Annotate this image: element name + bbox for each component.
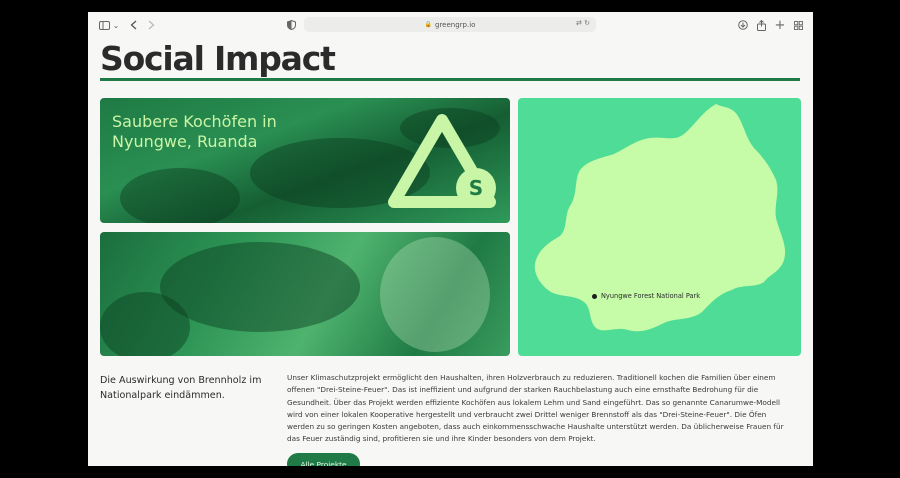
- translate-icon[interactable]: ⇄ ↻: [576, 19, 590, 27]
- location-marker-icon: [592, 293, 597, 299]
- section-subtitle: Die Auswirkung von Brennholz im National…: [100, 375, 262, 401]
- project-photo-2: [100, 232, 510, 356]
- browser-toolbar: ⌄ 🔒 greengrp.io ⇄ ↻ +: [88, 12, 813, 38]
- project-photo-1: Saubere Kochöfen in Nyungwe, Ruanda S: [100, 98, 510, 223]
- lock-icon: 🔒: [424, 21, 433, 28]
- chevron-down-icon[interactable]: ⌄: [112, 18, 120, 32]
- address-bar[interactable]: 🔒 greengrp.io ⇄ ↻: [304, 17, 596, 32]
- crowd-shape: [120, 168, 240, 223]
- project-description: Unser Klimaschutzprojekt ermöglicht den …: [287, 373, 784, 444]
- shield-icon[interactable]: [286, 18, 296, 32]
- person-shape: [380, 237, 490, 352]
- logo-icon: S: [388, 114, 496, 208]
- url-text: greengrp.io: [435, 20, 476, 29]
- logo-letter: S: [469, 176, 483, 200]
- rwanda-map: Nyungwe Forest National Park: [518, 98, 801, 356]
- forward-icon[interactable]: [146, 18, 156, 32]
- title-divider: [100, 78, 800, 81]
- back-icon[interactable]: [128, 18, 138, 32]
- crowd-shape: [160, 242, 360, 332]
- crowd-shape: [100, 292, 190, 356]
- plus-icon[interactable]: +: [775, 18, 786, 33]
- map-location-label: Nyungwe Forest National Park: [592, 292, 700, 300]
- map-location-text: Nyungwe Forest National Park: [601, 292, 701, 300]
- all-projects-button[interactable]: Alle Projekte: [287, 453, 360, 466]
- share-icon[interactable]: [756, 18, 766, 32]
- project-heading: Saubere Kochöfen in Nyungwe, Ruanda: [112, 112, 277, 151]
- tab-overview-icon[interactable]: [793, 18, 803, 32]
- download-icon[interactable]: [738, 18, 748, 32]
- rwanda-shape: [534, 104, 786, 332]
- sidebar-icon[interactable]: [98, 18, 110, 32]
- browser-window: ⌄ 🔒 greengrp.io ⇄ ↻ + Social Impact Saub…: [88, 12, 813, 466]
- page-title: Social Impact: [100, 39, 336, 78]
